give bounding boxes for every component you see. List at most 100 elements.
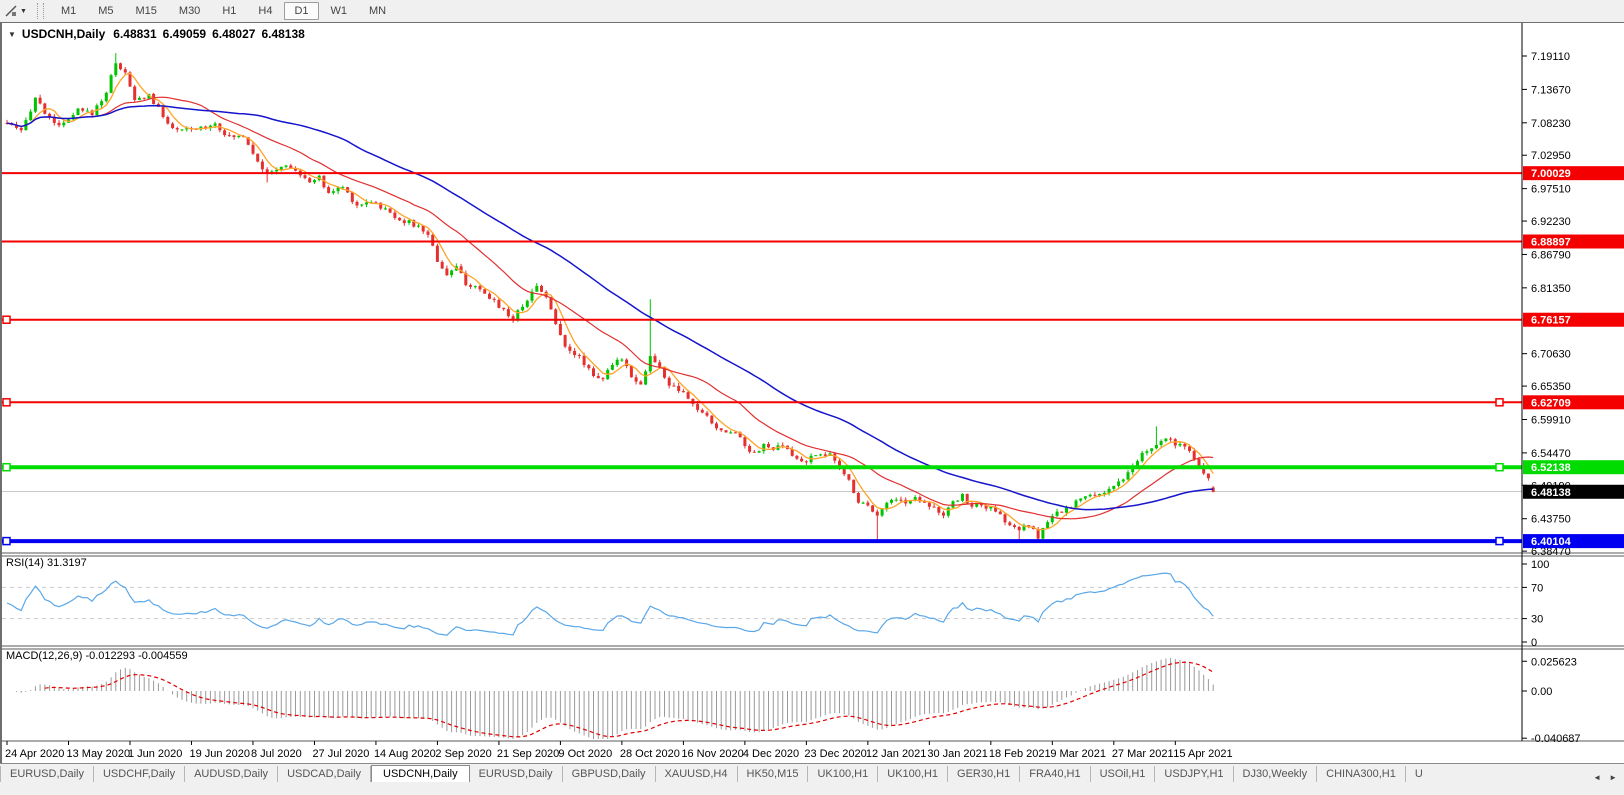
svg-text:6.43750: 6.43750 [1531,514,1571,526]
svg-text:28 Oct 2020: 28 Oct 2020 [620,748,680,760]
chart-tab-usdcad-daily[interactable]: USDCAD,Daily [278,766,371,783]
last-price-badge: 6.48138 [1523,485,1624,499]
svg-text:12 Jan 2021: 12 Jan 2021 [866,748,927,760]
timeframe-button-w1[interactable]: W1 [321,2,358,20]
svg-text:6.65350: 6.65350 [1531,381,1571,393]
svg-text:30 Jan 2021: 30 Jan 2021 [927,748,988,760]
timeframe-button-mn[interactable]: MN [359,2,396,20]
chart-tab-usoil-h1[interactable]: USOil,H1 [1091,766,1156,783]
high-value: 6.49059 [163,27,206,41]
chart-tabbar: EURUSD,DailyUSDCHF,DailyAUDUSD,DailyUSDC… [0,763,1624,783]
chart-tab-hk50-m15[interactable]: HK50,M15 [738,766,809,783]
chart-tab-fra40-h1[interactable]: FRA40,H1 [1020,766,1090,783]
svg-text:6.76157: 6.76157 [1531,315,1571,327]
svg-text:6.88897: 6.88897 [1531,237,1571,249]
svg-text:6.81350: 6.81350 [1531,283,1571,295]
chart-tab-uk100-h1[interactable]: UK100,H1 [808,766,878,783]
chart-title: ▼ USDCNH,Daily 6.48831 6.49059 6.48027 6… [8,27,305,41]
svg-text:14 Aug 2020: 14 Aug 2020 [374,748,436,760]
chart-window: 7.191107.136707.082307.029506.975106.922… [0,22,1624,764]
level-badge-7.00029: 7.00029 [1523,166,1624,180]
chevron-down-icon[interactable]: ▼ [8,30,16,39]
timeframe-button-m5[interactable]: M5 [88,2,123,20]
level-line-6.40104[interactable] [2,538,1522,545]
svg-text:6.54470: 6.54470 [1531,448,1571,460]
svg-text:1 Jun 2020: 1 Jun 2020 [128,748,182,760]
timeframe-button-m15[interactable]: M15 [126,2,167,20]
level-line-6.52138[interactable] [2,464,1522,471]
svg-text:6.70630: 6.70630 [1531,349,1571,361]
chart-tab-dj30-weekly[interactable]: DJ30,Weekly [1234,766,1318,783]
svg-text:8 Jul 2020: 8 Jul 2020 [251,748,302,760]
close-value: 6.48138 [261,27,304,41]
symbol-period-label: USDCNH,Daily [22,27,105,41]
chart-tab-eurusd-daily[interactable]: EURUSD,Daily [470,766,563,783]
chart-tab-ger30-h1[interactable]: GER30,H1 [948,766,1020,783]
chart-tab-xauusd-h4[interactable]: XAUUSD,H4 [656,766,738,783]
svg-text:18 Feb 2021: 18 Feb 2021 [989,748,1051,760]
chart-tab-china300-h1[interactable]: CHINA300,H1 [1317,766,1406,783]
svg-text:6.97510: 6.97510 [1531,184,1571,196]
svg-text:4 Dec 2020: 4 Dec 2020 [743,748,799,760]
svg-text:7.19110: 7.19110 [1531,51,1570,63]
ma-mid-line [7,97,1213,519]
svg-text:24 Apr 2020: 24 Apr 2020 [5,748,64,760]
chart-tab-eurusd-daily[interactable]: EURUSD,Daily [0,766,94,783]
svg-text:0.025623: 0.025623 [1531,656,1577,668]
svg-text:30: 30 [1531,614,1543,626]
svg-text:23 Dec 2020: 23 Dec 2020 [804,748,866,760]
rsi-panel [2,573,1522,635]
svg-text:6.48138: 6.48138 [1531,487,1571,499]
chart-tab-usdjpy-h1[interactable]: USDJPY,H1 [1155,766,1233,783]
macd-indicator-label: MACD(12,26,9) -0.012293 -0.004559 [6,650,188,662]
svg-text:27 Mar 2021: 27 Mar 2021 [1112,748,1174,760]
open-value: 6.48831 [113,27,156,41]
timeframe-button-h4[interactable]: H4 [248,2,282,20]
svg-text:9 Oct 2020: 9 Oct 2020 [558,748,612,760]
level-badge-6.40104: 6.40104 [1523,534,1624,548]
ma-fast-line [7,73,1213,530]
svg-text:16 Nov 2020: 16 Nov 2020 [681,748,743,760]
rsi-indicator-label: RSI(14) 31.3197 [6,557,87,569]
rsi-line [7,573,1213,635]
timeframe-button-m1[interactable]: M1 [51,2,86,20]
line-studies-icon [4,4,18,18]
svg-text:6.62709: 6.62709 [1531,397,1571,409]
svg-text:6.59910: 6.59910 [1531,414,1571,426]
svg-text:15 Apr 2021: 15 Apr 2021 [1173,748,1232,760]
svg-text:6.52138: 6.52138 [1531,462,1571,474]
timeframe-button-d1[interactable]: D1 [284,2,318,20]
level-line-6.76157[interactable] [2,316,1522,323]
timeframe-buttons: M1M5M15M30H1H4D1W1MN [50,0,397,22]
svg-text:7.13670: 7.13670 [1531,84,1571,96]
status-bar [0,782,1624,795]
level-line-6.62709[interactable] [2,399,1522,406]
trading-platform: ▼ M1M5M15M30H1H4D1W1MN 7.19110 7.13670 7.0… [0,0,1624,795]
svg-text:2 Sep 2020: 2 Sep 2020 [435,748,491,760]
timeframe-button-m30[interactable]: M30 [169,2,210,20]
svg-text:27 Jul 2020: 27 Jul 2020 [312,748,369,760]
svg-text:6.40104: 6.40104 [1531,536,1572,548]
svg-text:9 Mar 2021: 9 Mar 2021 [1050,748,1106,760]
price-chart-svg[interactable]: 7.191107.136707.082307.029506.975106.922… [2,23,1624,764]
chart-tab-truncated[interactable]: U [1406,766,1432,783]
macd-panel [17,658,1214,739]
toolbar-grip[interactable] [37,3,44,19]
chart-tab-gbpusd-daily[interactable]: GBPUSD,Daily [563,766,656,783]
low-value: 6.48027 [212,27,255,41]
line-studies-dropdown[interactable]: ▼ [0,0,31,22]
level-badge-6.52138: 6.52138 [1523,460,1624,474]
level-badge-6.62709: 6.62709 [1523,395,1624,409]
svg-text:7.00029: 7.00029 [1531,168,1571,180]
svg-text:7.08230: 7.08230 [1531,118,1571,130]
chart-tab-usdchf-daily[interactable]: USDCHF,Daily [94,766,185,783]
svg-text:-0.040687: -0.040687 [1531,733,1581,745]
svg-text:7.02950: 7.02950 [1531,150,1571,162]
svg-text:0.00: 0.00 [1531,686,1552,698]
timeframe-button-h1[interactable]: H1 [212,2,246,20]
ma-slow-line [7,106,1213,510]
chart-tab-audusd-daily[interactable]: AUDUSD,Daily [185,766,278,783]
chart-tab-uk100-h1[interactable]: UK100,H1 [878,766,948,783]
timeframe-toolbar: ▼ M1M5M15M30H1H4D1W1MN [0,0,1624,23]
svg-text:6.86790: 6.86790 [1531,249,1571,261]
